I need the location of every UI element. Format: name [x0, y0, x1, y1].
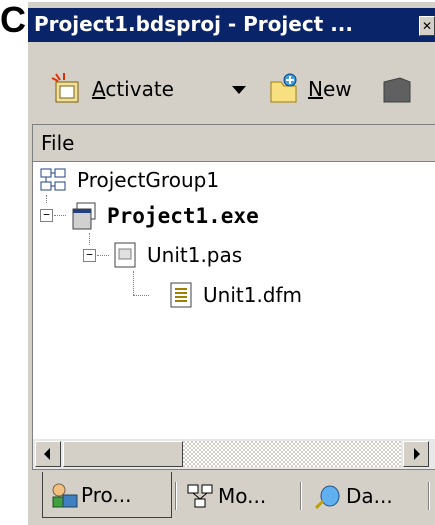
tab-label: Pro... [81, 482, 132, 507]
tab-separator [175, 482, 177, 510]
tree-connector [97, 255, 109, 256]
window-title: Project1.bdsproj - Project ... [34, 12, 354, 36]
remove-button[interactable] [380, 70, 416, 108]
new-button[interactable]: New [268, 70, 352, 108]
tree-node-projectgroup[interactable]: ProjectGroup1 [39, 167, 219, 193]
scroll-thumb[interactable] [63, 441, 183, 467]
project-group-icon [40, 168, 66, 191]
tab-separator [300, 482, 302, 510]
tab-model-view[interactable]: Mo... [180, 476, 266, 516]
activate-dropdown-arrow-icon[interactable] [232, 86, 246, 94]
model-view-icon [187, 484, 213, 508]
collapse-unit-icon[interactable]: − [83, 249, 96, 262]
project-tree-panel: File ProjectGroup1 − Project1.exe − Unit… [32, 124, 435, 470]
scroll-left-button[interactable] [35, 441, 61, 467]
scroll-track[interactable] [183, 441, 401, 467]
tab-separator [428, 482, 430, 510]
tree-node-form[interactable]: Unit1.dfm [169, 281, 302, 309]
close-button[interactable]: ✕ [419, 16, 435, 36]
title-bar[interactable]: Project1.bdsproj - Project ... ✕ [28, 8, 435, 42]
close-icon: ✕ [421, 19, 433, 33]
activate-button[interactable]: Activate [50, 70, 174, 108]
column-header[interactable]: File [33, 125, 435, 162]
horizontal-scrollbar[interactable] [33, 439, 435, 469]
tree-connector [54, 215, 66, 216]
tree-node-label: Unit1.pas [147, 243, 243, 267]
tree-connector [133, 295, 149, 296]
new-label: New [308, 77, 352, 101]
tab-label: Da... [346, 484, 393, 508]
activate-label: Activate [92, 77, 174, 101]
tree-node-label: ProjectGroup1 [77, 168, 220, 192]
tree-connector [46, 195, 47, 203]
collapse-project-icon[interactable]: − [40, 209, 53, 222]
project-manager-icon [52, 483, 78, 507]
tab-project-manager[interactable]: Pro... [42, 472, 172, 518]
tree-node-label: Unit1.dfm [203, 283, 303, 307]
activate-icon [51, 73, 79, 103]
tree-node-unit[interactable]: Unit1.pas [113, 241, 242, 269]
arrow-right-icon [414, 448, 420, 460]
arrow-left-icon [44, 448, 50, 460]
new-icon [270, 73, 297, 103]
column-header-file: File [41, 131, 75, 155]
remove-icon [383, 77, 411, 103]
unit-file-icon [114, 242, 136, 268]
tree-node-label: Project1.exe [107, 204, 259, 228]
data-explorer-icon [314, 485, 340, 510]
toolbar: Activate New [40, 60, 435, 118]
panel-tabs: Pro... Mo... Da... [30, 470, 435, 525]
scroll-right-button[interactable] [403, 441, 429, 467]
tree-connector [89, 233, 90, 245]
tab-label: Mo... [218, 484, 267, 508]
tree-node-project[interactable]: Project1.exe [69, 201, 259, 231]
form-file-icon [170, 282, 192, 308]
tree-connector [133, 271, 134, 295]
project-icon [72, 202, 96, 230]
tab-data-explorer[interactable]: Da... [308, 476, 393, 516]
